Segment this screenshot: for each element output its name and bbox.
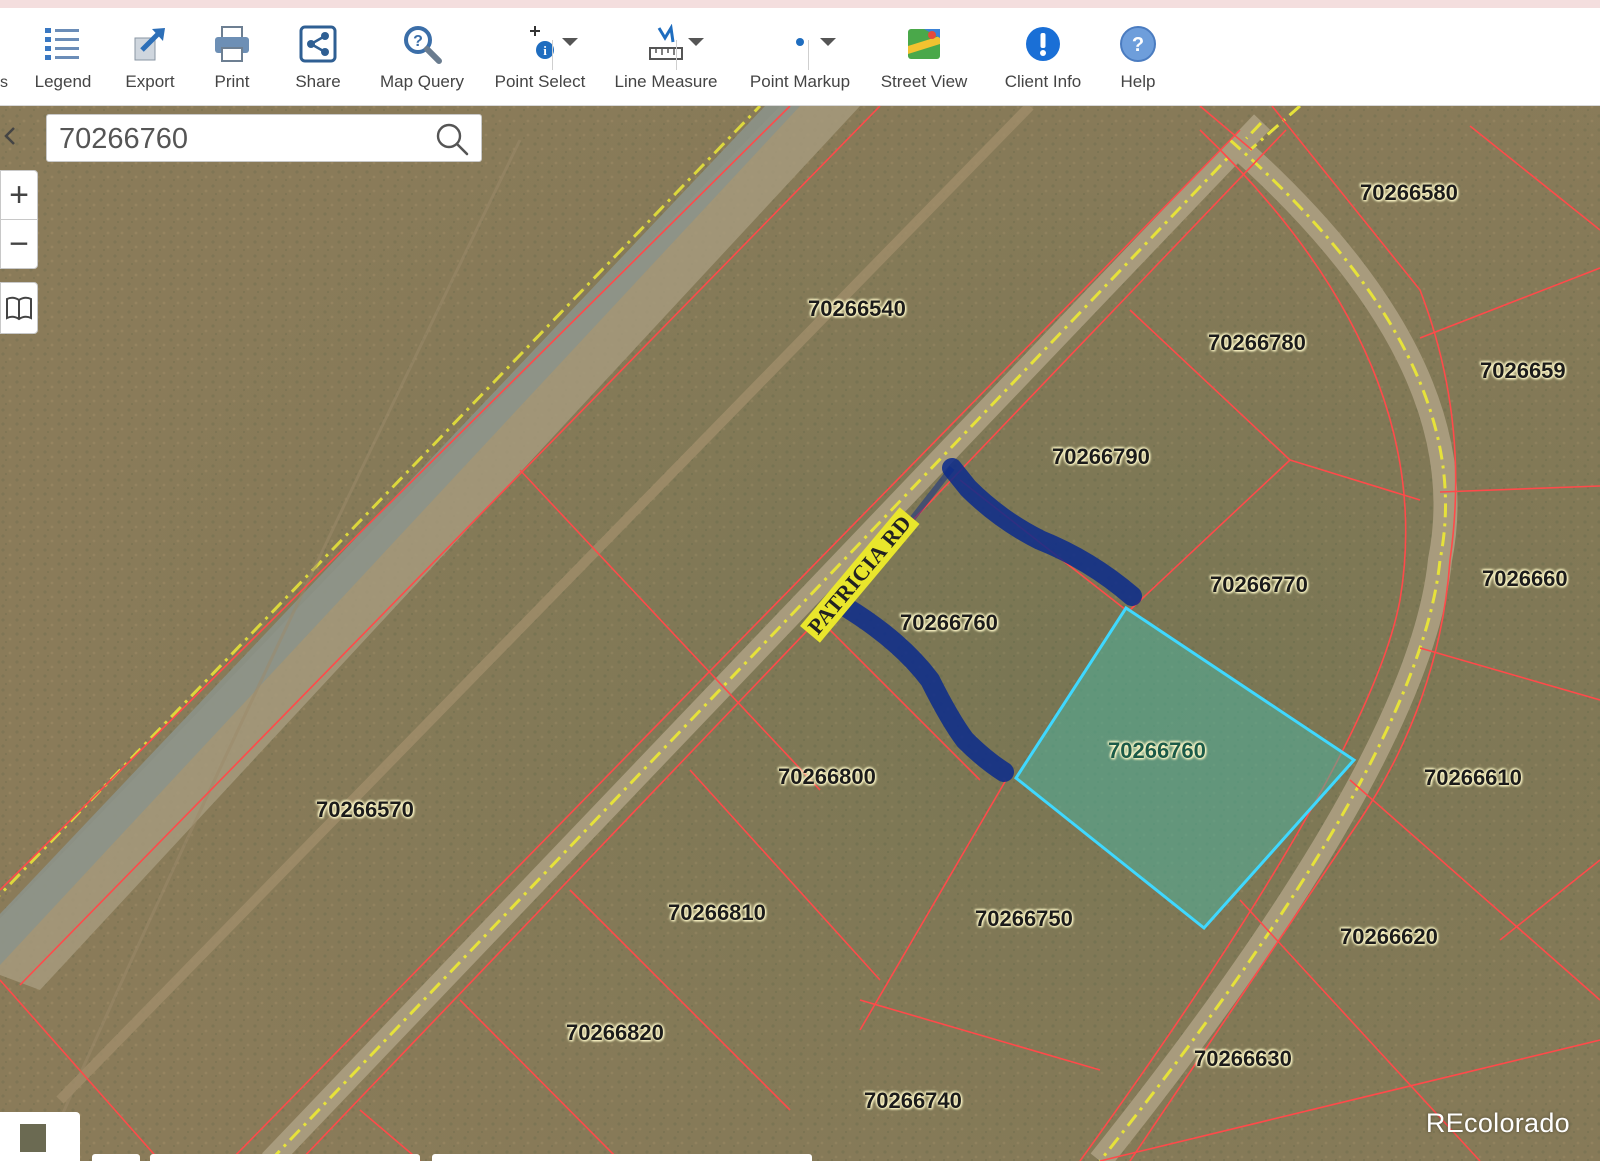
legend-label: Legend — [34, 72, 92, 91]
point-markup-dropdown-icon[interactable] — [820, 38, 836, 46]
share-icon — [298, 22, 338, 66]
share-button[interactable]: Share — [290, 22, 346, 106]
export-icon — [130, 22, 170, 66]
point-markup-icon — [780, 22, 820, 66]
legend-icon — [43, 22, 83, 66]
parcel-label: 70266800 — [778, 764, 876, 789]
parcel-label: 70266570 — [316, 797, 414, 822]
scale-control[interactable] — [0, 1112, 80, 1161]
parcel-label: 70266740 — [864, 1088, 962, 1113]
parcel-label: 7026659 — [1480, 358, 1566, 383]
point-select-dropdown-icon[interactable] — [562, 38, 578, 46]
map-query-button[interactable]: ? Map Query — [374, 22, 470, 106]
parcel-label: 70266750 — [975, 906, 1073, 931]
aerial-map[interactable] — [0, 106, 1600, 1161]
print-icon — [212, 22, 252, 66]
print-button[interactable]: Print — [206, 22, 258, 106]
parcel-label: 70266760 — [1108, 738, 1206, 763]
point-markup-separator — [808, 40, 809, 70]
zoom-in-icon: + — [9, 176, 29, 214]
point-select-separator — [552, 40, 553, 70]
svg-text:?: ? — [413, 33, 423, 50]
street-view-label: Street View — [880, 72, 968, 91]
street-view-icon — [904, 22, 944, 66]
client-info-icon — [1023, 22, 1063, 66]
legend-button[interactable]: Legend — [30, 22, 96, 106]
export-label: Export — [125, 72, 175, 91]
help-label: Help — [1120, 72, 1156, 91]
line-measure-icon — [645, 22, 687, 66]
parcel-label: 70266810 — [668, 900, 766, 925]
parcel-label: 70266770 — [1210, 572, 1308, 597]
zoom-in-button[interactable]: + — [0, 170, 38, 220]
parcel-label: 70266540 — [808, 296, 906, 321]
help-button[interactable]: ? Help — [1112, 22, 1164, 106]
help-icon: ? — [1118, 22, 1158, 66]
parcel-label: 70266610 — [1424, 765, 1522, 790]
chevron-left-icon[interactable] — [0, 116, 22, 156]
parcel-label: 70266780 — [1208, 330, 1306, 355]
overview-thumbnail[interactable] — [20, 1124, 46, 1152]
line-measure-dropdown-icon[interactable] — [688, 38, 704, 46]
map-query-icon: ? — [401, 22, 443, 66]
search-input[interactable] — [57, 121, 411, 157]
parcel-label: 70266820 — [566, 1020, 664, 1045]
bookmark-button[interactable] — [0, 282, 38, 334]
map-view[interactable]: PATRICIA RD 70266580 70266540 70266780 7026… — [0, 106, 1600, 1161]
line-measure-button[interactable]: Line Measure — [610, 22, 722, 106]
parcel-label: 70266760 — [900, 610, 998, 635]
toolbar-edge-fragment: s — [0, 74, 8, 91]
parcel-label: 70266620 — [1340, 924, 1438, 949]
parcel-label: 70266580 — [1360, 180, 1458, 205]
point-markup-label: Point Markup — [749, 72, 851, 91]
status-bar-segment — [150, 1154, 420, 1164]
status-bar-segment — [92, 1154, 140, 1164]
search-box — [46, 114, 482, 162]
point-select-button[interactable]: i Point Select — [488, 22, 592, 106]
export-button[interactable]: Export — [118, 22, 182, 106]
zoom-out-button[interactable]: − — [0, 219, 38, 269]
parcel-label: 7026660 — [1482, 566, 1568, 591]
client-info-button[interactable]: Client Info — [1000, 22, 1086, 106]
point-select-label: Point Select — [494, 72, 586, 91]
search-icon[interactable] — [433, 121, 473, 157]
street-view-button[interactable]: Street View — [876, 22, 972, 106]
share-label: Share — [295, 72, 341, 91]
line-measure-separator — [676, 40, 677, 70]
status-bar-segment — [432, 1154, 812, 1164]
watermark: REcolorado — [1425, 1108, 1570, 1138]
svg-text:i: i — [543, 43, 547, 58]
point-select-icon: i — [519, 22, 561, 66]
point-markup-button[interactable]: Point Markup — [742, 22, 858, 106]
parcel-label: 70266630 — [1194, 1046, 1292, 1071]
svg-text:?: ? — [1132, 34, 1144, 56]
book-icon — [6, 296, 32, 321]
map-query-label: Map Query — [379, 72, 465, 91]
parcel-label: 70266790 — [1052, 444, 1150, 469]
client-info-label: Client Info — [1004, 72, 1082, 91]
print-label: Print — [214, 72, 250, 91]
toolbar: s Legend Export Print Share ? Map Query … — [0, 0, 1600, 106]
zoom-out-icon: − — [9, 225, 29, 263]
line-measure-label: Line Measure — [614, 72, 718, 91]
